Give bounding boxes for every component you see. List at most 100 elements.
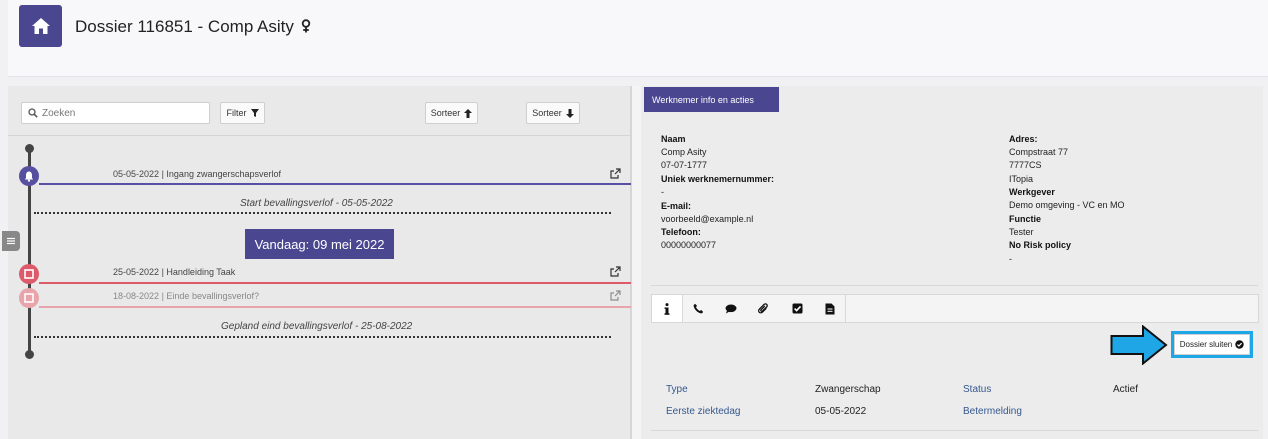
type-label: Type bbox=[666, 384, 688, 395]
close-dossier-button[interactable]: Dossier sluiten bbox=[1174, 334, 1250, 355]
timeline-note: Start bevallingsverlof - 05-05-2022 bbox=[240, 198, 393, 209]
search-icon bbox=[28, 108, 38, 118]
first-sick-day-value: 05-05-2022 bbox=[815, 406, 867, 417]
email-label: E-mail: bbox=[661, 201, 692, 211]
email-value: voorbeeld@example.nl bbox=[661, 214, 754, 224]
employer-value: Demo omgeving - VC en MO bbox=[1009, 200, 1125, 210]
timeline-item-text: Handleiding Taak bbox=[166, 267, 236, 277]
timeline-marker-task bbox=[19, 288, 39, 308]
sort-ascending-button[interactable]: Sorteer bbox=[425, 102, 478, 124]
timeline-item-underline bbox=[39, 282, 631, 284]
phone-label: Telefoon: bbox=[661, 227, 701, 237]
sort-descending-label: Sorteer bbox=[532, 108, 562, 118]
filter-label: Filter bbox=[226, 108, 247, 118]
birthdate-value: 07-07-1777 bbox=[661, 160, 708, 170]
today-badge: Vandaag: 09 mei 2022 bbox=[245, 229, 394, 259]
recovery-report-label: Betermelding bbox=[963, 406, 1022, 417]
timeline-item-date: 18-08-2022 bbox=[113, 291, 160, 301]
square-icon bbox=[24, 269, 34, 279]
timeline-note: Gepland eind bevallingsverlof - 25-08-20… bbox=[221, 321, 413, 332]
arrow-down-icon bbox=[565, 108, 574, 118]
name-label: Naam bbox=[661, 134, 686, 144]
panel-gutter bbox=[632, 86, 641, 439]
name-value: Comp Asity bbox=[661, 147, 707, 157]
external-link-icon[interactable] bbox=[610, 168, 621, 179]
timeline-item-text: Einde bevallingsverlof? bbox=[166, 291, 259, 301]
timeline-item[interactable]: 05-05-2022 | Ingang zwangerschapsverlof bbox=[113, 169, 281, 179]
home-icon bbox=[31, 18, 50, 34]
dossier-title: Dossier 116851 - Comp Asity bbox=[75, 17, 294, 36]
no-risk-label: No Risk policy bbox=[1009, 240, 1072, 250]
timeline-item[interactable]: 18-08-2022 | Einde bevallingsverlof? bbox=[113, 291, 259, 301]
first-sick-day-label: Eerste ziektedag bbox=[666, 406, 741, 417]
employee-number-value: - bbox=[661, 187, 664, 197]
paperclip-icon bbox=[758, 302, 768, 313]
close-dossier-highlight: Dossier sluiten bbox=[1171, 331, 1253, 358]
timeline-start-dot bbox=[25, 144, 34, 153]
phone-icon bbox=[693, 303, 704, 314]
sidebar-toggle[interactable] bbox=[2, 231, 20, 251]
status-value: Actief bbox=[1113, 384, 1139, 395]
filter-button[interactable]: Filter bbox=[220, 102, 265, 124]
address-city: ITopia bbox=[1009, 174, 1034, 184]
employee-number-label: Uniek werknemernummer: bbox=[661, 174, 775, 184]
external-link-icon[interactable] bbox=[610, 266, 621, 277]
info-icon bbox=[664, 302, 670, 315]
employee-panel bbox=[641, 86, 1263, 439]
address-street: Compstraat 77 bbox=[1009, 147, 1069, 157]
tab-attachments[interactable] bbox=[748, 295, 779, 322]
timeline-marker-event bbox=[19, 166, 39, 186]
details-divider bbox=[651, 430, 1258, 431]
status-label: Status bbox=[963, 384, 992, 395]
timeline-item[interactable]: 25-05-2022 | Handleiding Taak bbox=[113, 267, 235, 277]
tab-documents[interactable] bbox=[815, 295, 846, 322]
toolbar-divider bbox=[8, 135, 630, 136]
address-postcode: 7777CS bbox=[1009, 160, 1042, 170]
timeline-note-dots bbox=[34, 212, 611, 214]
close-dossier-label: Dossier sluiten bbox=[1179, 340, 1233, 349]
timeline-item-date: 05-05-2022 bbox=[113, 169, 160, 179]
sort-ascending-label: Sorteer bbox=[430, 108, 461, 118]
timeline-note-dots bbox=[34, 336, 611, 338]
section-divider bbox=[651, 285, 1258, 286]
timeline-panel bbox=[8, 86, 630, 439]
timeline-item-separator: | bbox=[161, 267, 164, 277]
arrow-up-icon bbox=[464, 108, 473, 118]
address-label: Adres: bbox=[1009, 134, 1038, 144]
search-box[interactable] bbox=[21, 102, 210, 124]
timeline-item-underline bbox=[39, 183, 631, 185]
timeline-item-text: Ingang zwangerschapsverlof bbox=[166, 169, 281, 179]
page-header bbox=[8, 0, 1268, 77]
timeline-item-separator: | bbox=[161, 169, 164, 179]
sort-descending-button[interactable]: Sorteer bbox=[526, 102, 580, 124]
timeline-end-dot bbox=[25, 350, 34, 359]
page-title: Dossier 116851 - Comp Asity bbox=[75, 17, 311, 37]
female-icon bbox=[301, 19, 310, 33]
tab-employee-info[interactable]: Werknemer info en acties bbox=[644, 87, 779, 112]
tab-phone[interactable] bbox=[683, 295, 714, 322]
type-value: Zwangerschap bbox=[815, 384, 881, 395]
external-link-icon[interactable] bbox=[610, 290, 621, 301]
home-button[interactable] bbox=[19, 5, 62, 47]
timeline-marker-task bbox=[19, 264, 39, 284]
employer-label: Werkgever bbox=[1009, 187, 1055, 197]
timeline-item-underline bbox=[39, 306, 631, 308]
search-input[interactable] bbox=[42, 107, 202, 119]
tab-chat[interactable] bbox=[715, 295, 746, 322]
timeline-item-separator: | bbox=[161, 291, 164, 301]
pointer-arrow-icon bbox=[1110, 325, 1168, 365]
tab-tasks[interactable] bbox=[782, 295, 813, 322]
square-icon bbox=[24, 293, 34, 303]
function-value: Tester bbox=[1009, 227, 1034, 237]
chat-icon bbox=[725, 304, 736, 313]
menu-icon bbox=[7, 237, 15, 245]
phone-value: 00000000077 bbox=[661, 240, 717, 250]
function-label: Functie bbox=[1009, 214, 1042, 224]
checkbox-icon bbox=[792, 303, 803, 314]
bell-icon bbox=[24, 171, 34, 182]
timeline-item-date: 25-05-2022 bbox=[113, 267, 160, 277]
filter-icon bbox=[250, 109, 259, 117]
no-risk-value: - bbox=[1009, 254, 1012, 264]
document-icon bbox=[825, 303, 835, 314]
tab-info[interactable] bbox=[652, 295, 683, 322]
